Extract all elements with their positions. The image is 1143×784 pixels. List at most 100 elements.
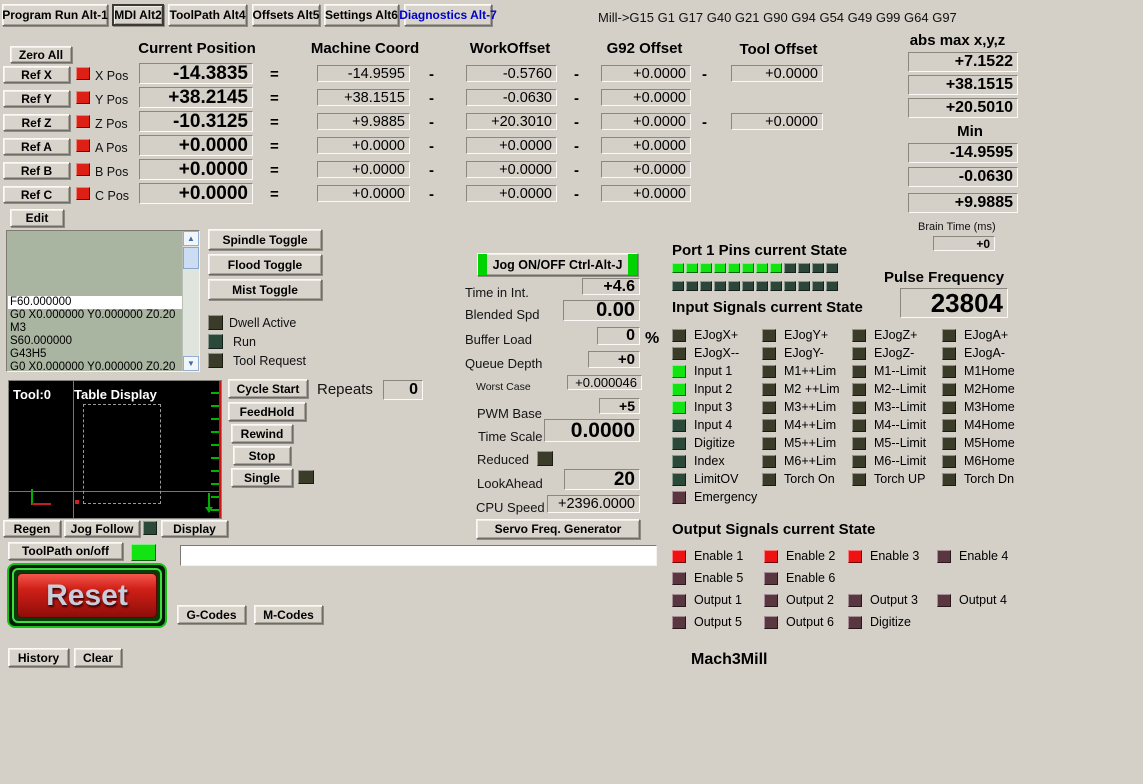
dro-g92-b[interactable]: +0.0000 (601, 161, 691, 178)
toolpath-onoff-button[interactable]: ToolPath on/off (8, 542, 123, 560)
scrollbar-thumb[interactable] (183, 247, 199, 269)
dro-machine-a[interactable]: +0.0000 (317, 137, 410, 154)
gcode-scrollbar[interactable]: ▲ ▼ (182, 231, 199, 371)
ref-a-button[interactable]: Ref A (3, 138, 70, 155)
mcodes-button[interactable]: M-Codes (254, 605, 323, 624)
single-button[interactable]: Single (231, 468, 293, 487)
tab-diagnostics[interactable]: Diagnostics Alt-7 (404, 4, 492, 26)
gcode-line[interactable] (8, 271, 182, 284)
dro-g92-a[interactable]: +0.0000 (601, 137, 691, 154)
zero-all-button[interactable]: Zero All (10, 46, 72, 63)
flood-toggle-label: Flood Toggle (228, 258, 302, 272)
dro-machine-x[interactable]: -14.9595 (317, 65, 410, 82)
dro-tool-z[interactable]: +0.0000 (731, 113, 823, 130)
gcode-line[interactable]: G43H5 (8, 348, 182, 361)
scroll-down-icon[interactable]: ▼ (183, 356, 199, 371)
minus-sign: - (574, 90, 579, 107)
clear-button[interactable]: Clear (74, 648, 122, 667)
gcode-line[interactable] (8, 284, 182, 297)
reset-button[interactable]: Reset (7, 563, 167, 628)
input-signals-grid: EJogX+EJogY+EJogZ+EJogA+EJogX--EJogY-EJo… (672, 327, 1042, 509)
gcode-listbox[interactable]: F60.000000G0 X0.000000 Y0.000000 Z0.20M3… (6, 230, 200, 372)
stop-button[interactable]: Stop (233, 446, 291, 465)
regen-button[interactable]: Regen (3, 520, 61, 537)
dro-work-c[interactable]: +0.0000 (466, 185, 557, 202)
ref-x-button[interactable]: Ref X (3, 66, 70, 83)
dro-work-y[interactable]: -0.0630 (466, 89, 557, 106)
gcode-line[interactable]: G0 X0.000000 Y0.000000 Z0.20 (8, 309, 182, 322)
profile-name: Mach3Mill (691, 651, 767, 669)
dro-machine-b[interactable]: +0.0000 (317, 161, 410, 178)
toolpath-display[interactable]: Tool:0 Table Display (8, 380, 222, 519)
gcode-line[interactable] (8, 232, 182, 245)
tab-settings[interactable]: Settings Alt6 (324, 4, 399, 26)
dro-current-x[interactable]: -14.3835 (139, 63, 253, 84)
history-button[interactable]: History (8, 648, 69, 667)
tab-offsets[interactable]: Offsets Alt5 (252, 4, 320, 26)
dro-g92-y[interactable]: +0.0000 (601, 89, 691, 106)
dro-current-c[interactable]: +0.0000 (139, 183, 253, 204)
flood-toggle-button[interactable]: Flood Toggle (208, 254, 322, 275)
mist-toggle-button[interactable]: Mist Toggle (208, 279, 322, 300)
ref-c-button[interactable]: Ref C (3, 186, 70, 203)
dro-machine-y[interactable]: +38.1515 (317, 89, 410, 106)
input-signal-label: M1++Lim (784, 364, 836, 378)
dro-current-a[interactable]: +0.0000 (139, 135, 253, 156)
gcode-line[interactable] (8, 258, 182, 271)
servo-freq-generator-button[interactable]: Servo Freq. Generator (476, 519, 640, 539)
rewind-button[interactable]: Rewind (231, 424, 293, 443)
input-signal-led (762, 329, 776, 342)
cycle-start-button[interactable]: Cycle Start (228, 379, 308, 398)
reduced-label: Reduced (477, 452, 529, 467)
spindle-toggle-button[interactable]: Spindle Toggle (208, 229, 322, 250)
run-led (208, 334, 223, 349)
gcode-line[interactable] (8, 245, 182, 258)
ref-y-led (76, 91, 90, 104)
dro-work-x[interactable]: -0.5760 (466, 65, 557, 82)
ref-z-button[interactable]: Ref Z (3, 114, 70, 131)
port-pin-led (784, 263, 796, 273)
tab-program-run[interactable]: Program Run Alt-1 (2, 4, 108, 26)
dro-work-b[interactable]: +0.0000 (466, 161, 557, 178)
dro-g92-x[interactable]: +0.0000 (601, 65, 691, 82)
gcode-line[interactable]: M3 (8, 322, 182, 335)
ref-b-button[interactable]: Ref B (3, 162, 70, 179)
jog-onoff-button[interactable]: Jog ON/OFF Ctrl-Alt-J (477, 253, 638, 276)
jog-follow-button[interactable]: Jog Follow (64, 520, 140, 537)
edit-button[interactable]: Edit (10, 209, 64, 227)
input-signal-led (942, 455, 956, 468)
gcode-line[interactable]: G0 X0.000000 Y0.000000 Z0.20 (8, 361, 182, 370)
repeats-value[interactable]: 0 (383, 380, 423, 400)
input-signal-m6-limit: M6--Limit (852, 453, 926, 469)
input-signal-label: M3++Lim (784, 400, 836, 414)
dwell-active-label: Dwell Active (229, 316, 296, 330)
input-signal-led (762, 401, 776, 414)
ref-y-button[interactable]: Ref Y (3, 90, 70, 107)
input-signal-label: M5++Lim (784, 436, 836, 450)
output-signal-label: Enable 6 (786, 571, 835, 585)
dro-machine-z[interactable]: +9.9885 (317, 113, 410, 130)
feedhold-button[interactable]: FeedHold (228, 402, 306, 421)
gcode-line[interactable]: F60.000000 (8, 296, 182, 309)
tab-mdi[interactable]: MDI Alt2 (112, 4, 164, 26)
dro-g92-c[interactable]: +0.0000 (601, 185, 691, 202)
tab-toolpath[interactable]: ToolPath Alt4 (168, 4, 247, 26)
input-signal-m5-limit: M5--Limit (852, 435, 926, 451)
input-signal-label: EJogZ- (874, 346, 914, 360)
dro-current-b[interactable]: +0.0000 (139, 159, 253, 180)
gcodes-button[interactable]: G-Codes (177, 605, 246, 624)
gcode-line[interactable]: S60.000000 (8, 335, 182, 348)
dro-g92-z[interactable]: +0.0000 (601, 113, 691, 130)
dro-machine-c[interactable]: +0.0000 (317, 185, 410, 202)
scroll-up-icon[interactable]: ▲ (183, 231, 199, 246)
dro-work-a[interactable]: +0.0000 (466, 137, 557, 154)
dro-work-z[interactable]: +20.3010 (466, 113, 557, 130)
input-signal-m2home: M2Home (942, 381, 1015, 397)
dro-current-z[interactable]: -10.3125 (139, 111, 253, 132)
dro-current-y[interactable]: +38.2145 (139, 87, 253, 108)
display-mode-button[interactable]: Display (161, 520, 228, 537)
input-signal-label: Input 3 (694, 400, 732, 414)
dro-tool-x[interactable]: +0.0000 (731, 65, 823, 82)
port-pin-led (770, 281, 782, 291)
input-signal-label: Torch UP (874, 472, 925, 486)
